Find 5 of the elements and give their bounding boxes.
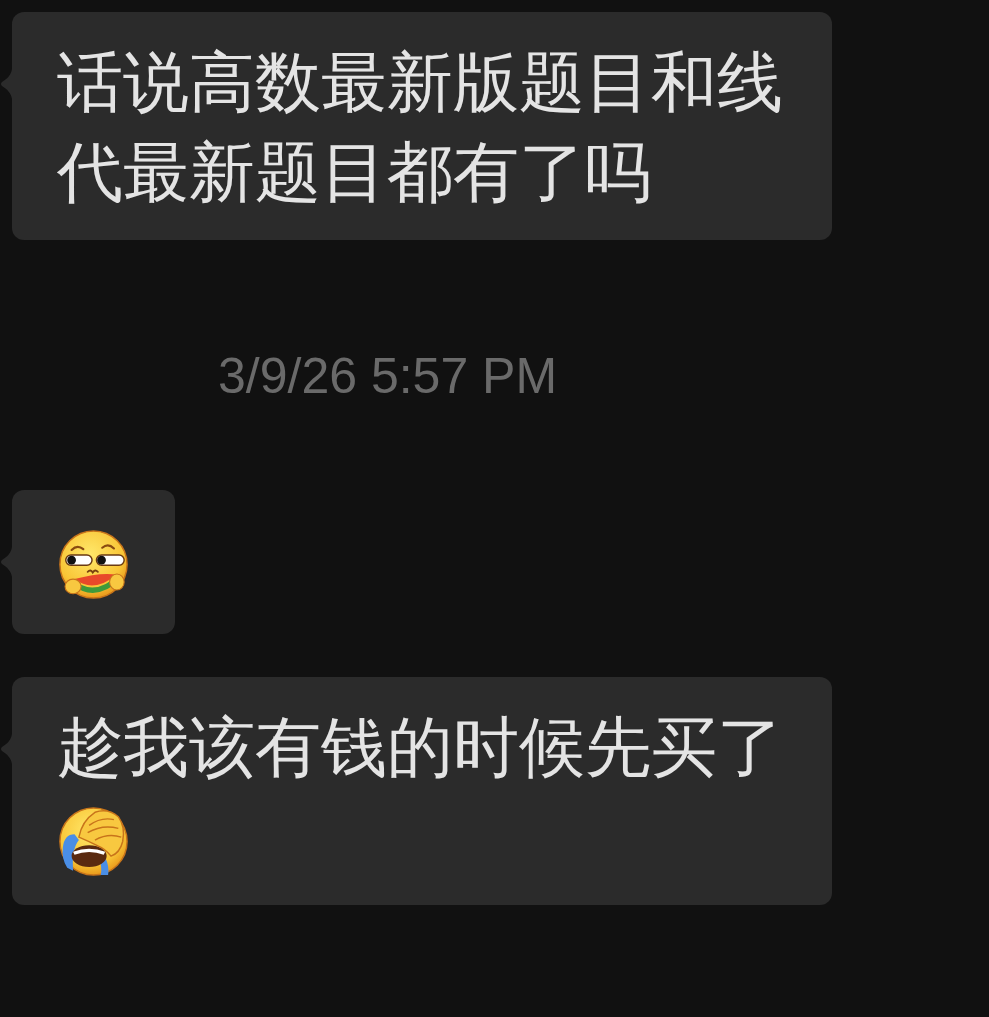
facepalm-crying-face-icon (57, 805, 130, 879)
message-timestamp: 3/9/26 5:57 PM (218, 347, 558, 406)
message-text: 话说高数最新版题目和线代最新题目都有了吗 (57, 44, 783, 211)
message-text: 趁我该有钱的时候先买了 (57, 709, 783, 786)
face-eating-watermelon-icon (57, 528, 130, 601)
